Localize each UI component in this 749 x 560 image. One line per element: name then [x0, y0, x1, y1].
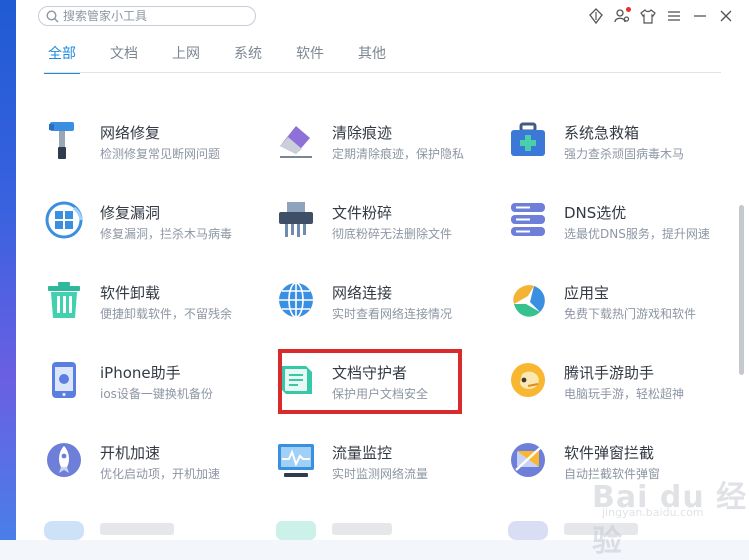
tab-system[interactable]: 系统	[232, 44, 264, 72]
tool-name: 软件卸载	[100, 284, 161, 302]
tool-system-rescue[interactable]: 系统急救箱 强力查杀顽固病毒木马	[508, 120, 728, 172]
close-icon[interactable]	[717, 7, 735, 25]
tool-desc: 检测修复常见断网问题	[100, 147, 221, 161]
top-bar	[16, 0, 749, 36]
search-input[interactable]	[63, 8, 248, 24]
tool-app-store[interactable]: 应用宝 免费下载热门游戏和软件	[508, 280, 728, 332]
server-icon	[511, 203, 545, 236]
trash-icon	[48, 282, 80, 318]
tool-name: 软件弹窗拦截	[564, 444, 655, 462]
skin-icon[interactable]	[639, 7, 657, 25]
watermark: Bai du 经验 jingyan.baidu.com	[592, 470, 749, 559]
tool-desc: 便捷卸载软件，不留残余	[100, 307, 233, 321]
tool-name: 系统急救箱	[564, 124, 640, 142]
tool-patch-vulnerabilities[interactable]: 修复漏洞 修复漏洞，拦杀木马病毒	[44, 200, 264, 252]
windows-repair-icon	[45, 201, 83, 239]
tool-desc: 实时查看网络连接情况	[332, 307, 453, 321]
tool-desc: 免费下载热门游戏和软件	[564, 307, 697, 321]
tool-name: 修复漏洞	[100, 204, 161, 222]
hammer-icon	[49, 122, 74, 159]
tool-iphone-assistant[interactable]: iPhone助手 ios设备一键换机备份	[44, 360, 264, 412]
eraser-icon	[280, 126, 312, 158]
tool-name: 文件粉碎	[332, 204, 393, 222]
tool-desc: 选最优DNS服务，提升网速	[564, 227, 710, 241]
search-box[interactable]	[38, 6, 256, 26]
first-aid-kit-icon	[511, 122, 545, 156]
tool-desc: 电脑玩手游，轻松超神	[564, 387, 685, 401]
tool-name: 腾讯手游助手	[564, 364, 655, 382]
leaf-icon[interactable]	[587, 7, 605, 25]
tool-desc: 实时监测网络流量	[332, 467, 429, 481]
iphone-icon	[52, 362, 76, 398]
tool-name: 清除痕迹	[332, 124, 393, 142]
menu-icon[interactable]	[665, 7, 683, 25]
scrollbar[interactable]	[739, 205, 744, 375]
tool-name: DNS选优	[564, 204, 627, 222]
tool-desc: ios设备一键换机备份	[100, 387, 213, 401]
user-settings-icon[interactable]	[613, 7, 631, 25]
tool-traffic-monitor[interactable]: 流量监控 实时监测网络流量	[276, 440, 496, 492]
tool-desc: 优化启动项，开机加速	[100, 467, 221, 481]
tool-name: 开机加速	[100, 444, 161, 462]
window-controls	[587, 6, 735, 26]
tool-document-guard[interactable]: 文档守护者 保护用户文档安全	[276, 360, 496, 412]
globe-icon	[279, 282, 313, 318]
app-store-icon	[513, 285, 545, 317]
document-guard-icon	[280, 366, 312, 394]
tool-desc: 修复漏洞，拦杀木马病毒	[100, 227, 233, 241]
monitor-icon	[278, 444, 314, 477]
watermark-sub: jingyan.baidu.com	[602, 506, 704, 519]
tool-desc: 彻底粉碎无法删除文件	[332, 227, 453, 241]
desktop-background-edge	[0, 0, 16, 540]
popup-block-icon	[511, 443, 545, 477]
tab-software[interactable]: 软件	[294, 44, 326, 72]
tool-name: iPhone助手	[100, 364, 181, 382]
tool-network-repair[interactable]: 网络修复 检测修复常见断网问题	[44, 120, 264, 172]
tool-name: 网络修复	[100, 124, 161, 142]
tool-desc: 定期清除痕迹，保护隐私	[332, 147, 465, 161]
shredder-icon	[279, 202, 313, 237]
tool-desc: 保护用户文档安全	[332, 387, 429, 401]
tool-dns-optimize[interactable]: DNS选优 选最优DNS服务，提升网速	[508, 200, 728, 252]
tool-mobile-game-assistant[interactable]: 腾讯手游助手 电脑玩手游，轻松超神	[508, 360, 728, 412]
tool-name: 应用宝	[564, 284, 610, 302]
tool-name: 文档守护者	[332, 364, 408, 382]
rocket-icon	[47, 443, 81, 477]
tool-name: 网络连接	[332, 284, 393, 302]
tool-desc: 强力查杀顽固病毒木马	[564, 147, 685, 161]
category-tabs: 全部 文档 上网 系统 软件 其他	[44, 44, 418, 74]
tool-network-connections[interactable]: 网络连接 实时查看网络连接情况	[276, 280, 496, 332]
search-icon	[46, 10, 59, 23]
tool-software-uninstall[interactable]: 软件卸载 便捷卸载软件，不留残余	[44, 280, 264, 332]
tool-clear-traces[interactable]: 清除痕迹 定期清除痕迹，保护隐私	[276, 120, 496, 172]
notification-dot	[626, 7, 631, 12]
minimize-icon[interactable]	[691, 7, 709, 25]
game-assistant-icon	[511, 363, 545, 397]
tab-documents[interactable]: 文档	[108, 44, 140, 72]
tab-all[interactable]: 全部	[44, 44, 80, 74]
tool-boot-speedup[interactable]: 开机加速 优化启动项，开机加速	[44, 440, 264, 492]
tab-internet[interactable]: 上网	[170, 44, 202, 72]
tab-other[interactable]: 其他	[356, 44, 388, 72]
tool-name: 流量监控	[332, 444, 393, 462]
toolbox-panel: 全部 文档 上网 系统 软件 其他 网络修复 检测修复常见断网问题 清除痕迹	[16, 0, 749, 559]
tab-divider	[44, 72, 721, 73]
tool-file-shredder[interactable]: 文件粉碎 彻底粉碎无法删除文件	[276, 200, 496, 252]
